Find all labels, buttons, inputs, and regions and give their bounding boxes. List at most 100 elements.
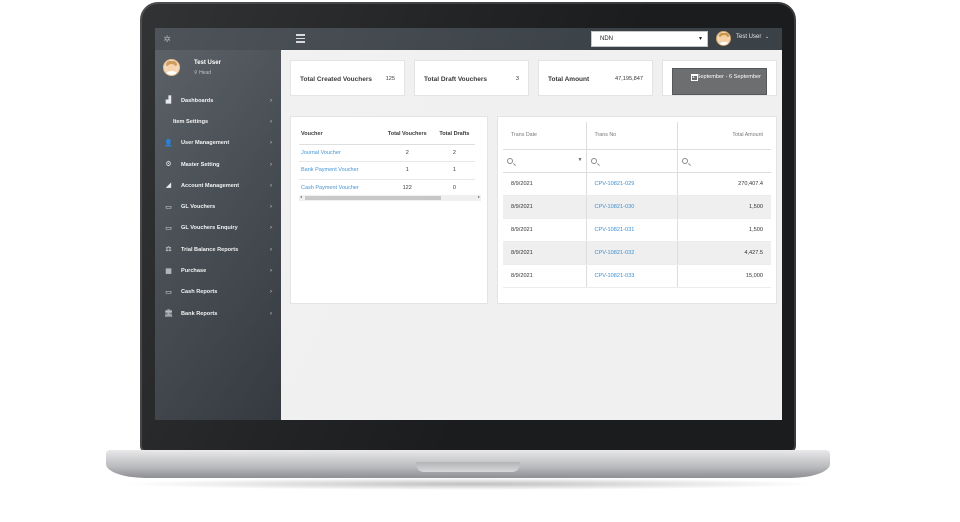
table-cell: 4,427.5 bbox=[677, 241, 771, 266]
voucher-summary-table: Voucher Total Vouchers Total Drafts Jour… bbox=[299, 125, 475, 197]
column-header[interactable]: Trans No bbox=[586, 122, 678, 150]
table-row: 8/9/2021 CPV-10821-032 4,427.5 bbox=[503, 241, 771, 266]
chevron-right-icon: › bbox=[270, 204, 272, 211]
avatar[interactable] bbox=[716, 31, 731, 46]
bank-icon: 🏛 bbox=[164, 310, 173, 318]
profile-location: ⚲ Head bbox=[194, 70, 211, 76]
table-row: 8/9/2021 CPV-10821-029 270,407.4 bbox=[503, 172, 771, 196]
branch-select[interactable]: NDN ▾ bbox=[591, 31, 708, 47]
user-menu-name[interactable]: Test User bbox=[736, 34, 761, 40]
trans-no-link[interactable]: CPV-10821-030 bbox=[586, 195, 678, 219]
sidebar-item-gl-vouchers[interactable]: ▭ GL Vouchers › bbox=[155, 196, 281, 217]
column-header[interactable]: Voucher bbox=[299, 125, 381, 145]
sidebar-item-user-management[interactable]: 👤 User Management › bbox=[155, 133, 281, 154]
voucher-link[interactable]: Journal Voucher bbox=[299, 144, 381, 162]
transactions-table: Trans Date Trans No Total Amount ▼ 8/9/2… bbox=[503, 122, 771, 289]
app-logo-icon[interactable]: ✲ bbox=[161, 33, 173, 45]
stat-label: Total Draft Vouchers bbox=[424, 76, 487, 83]
sidebar-item-label: Purchase bbox=[181, 268, 207, 275]
search-icon bbox=[681, 157, 688, 164]
chevron-right-icon: › bbox=[270, 140, 272, 147]
hamburger-menu-icon[interactable] bbox=[296, 34, 305, 43]
calendar-icon bbox=[691, 74, 698, 81]
table-cell: 0 bbox=[433, 179, 475, 197]
sidebar-item-label: Dashboards bbox=[181, 97, 214, 104]
table-cell: 122 bbox=[380, 179, 434, 197]
transactions-card: Trans Date Trans No Total Amount ▼ 8/9/2… bbox=[497, 116, 777, 304]
amount-filter-cell[interactable] bbox=[677, 149, 771, 173]
voucher-link[interactable]: Cash Payment Voucher bbox=[299, 179, 381, 197]
table-cell: 2 bbox=[380, 144, 434, 162]
trans-no-link[interactable]: CPV-10821-031 bbox=[586, 218, 678, 243]
chevron-down-icon[interactable]: ⌄ bbox=[765, 34, 769, 40]
table-cell: 2 bbox=[433, 144, 475, 162]
column-header[interactable]: Total Drafts bbox=[433, 125, 475, 145]
sidebar-item-label: Master Setting bbox=[181, 161, 220, 168]
money-icon: ▭ bbox=[165, 224, 172, 232]
table-cell: 8/9/2021 bbox=[503, 241, 587, 266]
table-cell: 1 bbox=[380, 161, 434, 180]
filter-row: ▼ bbox=[503, 149, 771, 173]
chart-icon: ▟ bbox=[165, 97, 172, 105]
chevron-right-icon: › bbox=[270, 268, 272, 275]
table-row: Bank Payment Voucher 1 1 bbox=[299, 161, 475, 180]
scroll-right-icon[interactable]: ▸ bbox=[478, 194, 480, 199]
trans-no-link[interactable]: CPV-10821-033 bbox=[586, 264, 678, 289]
grid-icon: ▦ bbox=[165, 267, 172, 275]
date-range-button[interactable]: 1 September - 6 September bbox=[672, 68, 767, 95]
table-cell: 15,000 bbox=[677, 264, 771, 289]
sidebar-item-cash-reports[interactable]: ▭ Cash Reports › bbox=[155, 282, 281, 303]
chevron-right-icon: › bbox=[270, 289, 272, 296]
cogs-icon: ⚙ bbox=[165, 161, 172, 169]
sidebar-menu: ▟ Dashboards › Item Settings › 👤 User Ma… bbox=[155, 90, 281, 324]
column-header[interactable]: Total Amount bbox=[677, 122, 771, 150]
scroll-left-icon[interactable]: ◂ bbox=[300, 194, 302, 199]
voucher-link[interactable]: Bank Payment Voucher bbox=[299, 161, 381, 180]
sidebar-item-account-management[interactable]: ◢ Account Management › bbox=[155, 175, 281, 196]
table-row: 8/9/2021 CPV-10821-030 1,500 bbox=[503, 195, 771, 219]
sidebar-item-master-setting[interactable]: ⚙ Master Setting › bbox=[155, 154, 281, 175]
date-filter-cell[interactable]: ▼ bbox=[503, 149, 587, 173]
sidebar-item-item-settings[interactable]: Item Settings › bbox=[155, 111, 281, 132]
table-cell: 1 bbox=[433, 161, 475, 180]
column-header[interactable]: Total Vouchers bbox=[380, 125, 434, 145]
column-header[interactable]: Trans Date bbox=[503, 122, 587, 150]
stat-label: Total Created Vouchers bbox=[300, 76, 372, 83]
transno-filter-cell[interactable] bbox=[586, 149, 678, 173]
chevron-down-icon: ▾ bbox=[698, 36, 702, 42]
trans-no-link[interactable]: CPV-10821-032 bbox=[586, 241, 678, 266]
chevron-right-icon: › bbox=[270, 225, 272, 232]
table-row: Cash Payment Voucher 122 0 bbox=[299, 179, 475, 197]
trans-no-link[interactable]: CPV-10821-029 bbox=[586, 172, 678, 196]
sidebar-item-label: Item Settings bbox=[173, 118, 209, 125]
scrollbar-thumb[interactable] bbox=[305, 196, 441, 200]
main-content: Total Created Vouchers 125 Total Draft V… bbox=[281, 50, 782, 420]
stat-card-amount: Total Amount 47,195,847 bbox=[538, 60, 653, 96]
location-pin-icon: ⚲ bbox=[194, 70, 198, 76]
branch-select-value: NDN bbox=[600, 36, 613, 42]
stat-value: 47,195,847 bbox=[615, 76, 643, 82]
sidebar-item-gl-vouchers-enquiry[interactable]: ▭ GL Vouchers Enquiry › bbox=[155, 218, 281, 239]
app-screen: ✲ NDN ▾ Test User ⌄ Test User ⚲ Head ▟ D… bbox=[155, 28, 782, 420]
date-card: 1 September - 6 September bbox=[662, 60, 777, 96]
profile-location-text: Head bbox=[199, 70, 212, 76]
chevron-right-icon: › bbox=[270, 310, 272, 317]
caret-down-icon[interactable]: ▼ bbox=[578, 157, 583, 163]
sidebar-item-bank-reports[interactable]: 🏛 Bank Reports › bbox=[155, 303, 281, 324]
table-row: 8/9/2021 CPV-10821-033 15,000 bbox=[503, 264, 771, 289]
horizontal-scrollbar[interactable]: ◂ ▸ bbox=[299, 194, 481, 201]
sidebar-item-purchase[interactable]: ▦ Purchase › bbox=[155, 260, 281, 281]
sidebar-item-label: Account Management bbox=[181, 182, 240, 189]
table-cell: 8/9/2021 bbox=[503, 195, 587, 219]
stat-value: 125 bbox=[385, 76, 395, 82]
sidebar-item-label: Trial Balance Reports bbox=[181, 246, 239, 253]
user-plus-icon: 👤 bbox=[164, 139, 173, 147]
sidebar-item-trial-balance-reports[interactable]: ⚖ Trial Balance Reports › bbox=[155, 239, 281, 260]
sidebar-item-dashboards[interactable]: ▟ Dashboards › bbox=[155, 90, 281, 111]
table-cell: 8/9/2021 bbox=[503, 218, 587, 243]
money-icon: ▭ bbox=[165, 203, 172, 211]
stat-label: Total Amount bbox=[548, 76, 590, 83]
stat-value: 3 bbox=[515, 76, 519, 82]
voucher-summary-card: Voucher Total Vouchers Total Drafts Jour… bbox=[290, 116, 488, 304]
sidebar-item-label: Bank Reports bbox=[181, 310, 218, 317]
